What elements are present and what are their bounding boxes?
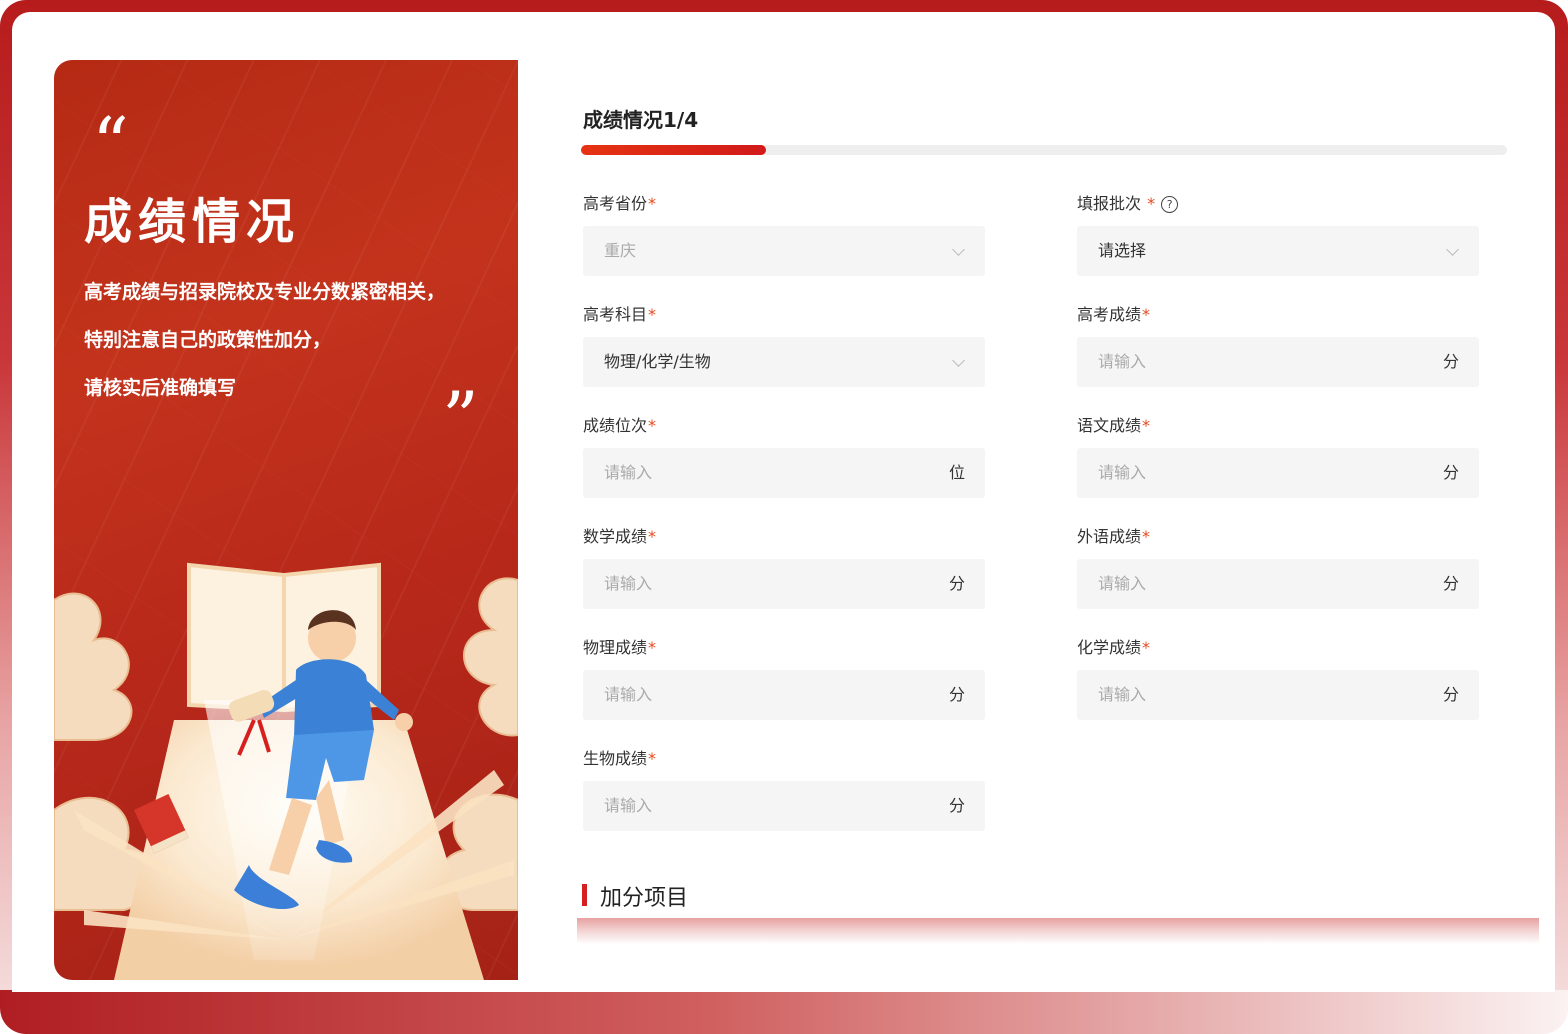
chevron-down-icon [952,354,965,367]
field-batch: 填报批次 *? 请选择 [1077,192,1479,276]
field-biology-score: 生物成绩* 请输入 分 [583,747,985,831]
required-mark: * [1142,638,1151,657]
field-label: 高考成绩 [1077,305,1142,324]
field-physics-score: 物理成绩* 请输入 分 [583,636,985,720]
required-mark: * [648,194,657,213]
input-placeholder: 请输入 [1098,463,1147,482]
section-header-gradient [577,918,1539,944]
field-label: 数学成绩 [583,527,648,546]
progress-fill [581,145,767,155]
hero-description: 高考成绩与招录院校及专业分数紧密相关， 特别注意自己的政策性加分， 请核实后准确… [84,268,445,412]
close-quote-icon: ” [442,376,479,460]
unit-label: 分 [948,685,965,704]
required-mark: * [1142,416,1151,435]
frame-bottom-band [0,990,1568,1034]
field-gaokao-province: 高考省份* 重庆 [583,192,985,276]
app-frame: “ 成绩情况 高考成绩与招录院校及专业分数紧密相关， 特别注意自己的政策性加分，… [0,0,1568,1034]
field-label: 物理成绩 [583,638,648,657]
progress-bar [581,145,1507,155]
rank-input[interactable]: 请输入 位 [583,448,985,498]
section-title-bonus: 加分项目 [582,880,689,911]
field-chinese-score: 语文成绩* 请输入 分 [1077,414,1479,498]
field-chemistry-score: 化学成绩* 请输入 分 [1077,636,1479,720]
hero-line: 请核实后准确填写 [84,377,237,399]
field-math-score: 数学成绩* 请输入 分 [583,525,985,609]
input-placeholder: 请输入 [1098,574,1147,593]
field-label: 高考科目 [583,305,648,324]
province-select[interactable]: 重庆 [583,226,985,276]
field-gaokao-subjects: 高考科目* 物理/化学/生物 [583,303,985,387]
open-quote-icon: “ [92,102,129,186]
unit-label: 位 [948,463,965,482]
gaokao-score-input[interactable]: 请输入 分 [1077,337,1479,387]
unit-label: 分 [1442,463,1459,482]
required-mark: * [648,527,657,546]
field-label: 化学成绩 [1077,638,1142,657]
required-mark: * [648,416,657,435]
math-score-input[interactable]: 请输入 分 [583,559,985,609]
unit-label: 分 [1442,685,1459,704]
required-mark: * [648,305,657,324]
biology-score-input[interactable]: 请输入 分 [583,781,985,831]
field-label: 高考省份 [583,194,648,213]
chevron-down-icon [952,243,965,256]
field-label: 填报批次 [1077,194,1142,213]
required-mark: * [1142,527,1151,546]
field-label: 生物成绩 [583,749,648,768]
hero-panel: “ 成绩情况 高考成绩与招录院校及专业分数紧密相关， 特别注意自己的政策性加分，… [54,60,518,980]
foreign-language-score-input[interactable]: 请输入 分 [1077,559,1479,609]
physics-score-input[interactable]: 请输入 分 [583,670,985,720]
chinese-score-input[interactable]: 请输入 分 [1077,448,1479,498]
field-gaokao-score: 高考成绩* 请输入 分 [1077,303,1479,387]
input-placeholder: 请输入 [604,574,653,593]
field-foreign-language-score: 外语成绩* 请输入 分 [1077,525,1479,609]
input-placeholder: 请输入 [604,685,653,704]
step-title: 成绩情况1/4 [583,108,699,132]
required-mark: * [648,638,657,657]
help-icon[interactable]: ? [1161,196,1179,213]
field-label: 语文成绩 [1077,416,1142,435]
select-value: 请选择 [1098,241,1147,260]
hero-title: 成绩情况 [84,194,301,250]
input-placeholder: 请输入 [604,463,653,482]
required-mark: * [1147,194,1156,213]
input-placeholder: 请输入 [1098,352,1147,371]
required-mark: * [1142,305,1151,324]
unit-label: 分 [1442,574,1459,593]
select-value: 物理/化学/生物 [604,352,711,371]
field-label: 外语成绩 [1077,527,1142,546]
unit-label: 分 [948,796,965,815]
field-label: 成绩位次 [583,416,648,435]
chevron-down-icon [1446,243,1459,256]
section-title-text: 加分项目 [600,886,689,911]
unit-label: 分 [948,574,965,593]
hero-line: 特别注意自己的政策性加分， [84,329,332,351]
input-placeholder: 请输入 [1098,685,1147,704]
select-value: 重庆 [604,241,637,260]
subjects-select[interactable]: 物理/化学/生物 [583,337,985,387]
field-rank: 成绩位次* 请输入 位 [583,414,985,498]
student-illustration [54,562,518,980]
unit-label: 分 [1442,352,1459,371]
input-placeholder: 请输入 [604,796,653,815]
hero-line: 高考成绩与招录院校及专业分数紧密相关， [84,281,446,303]
chemistry-score-input[interactable]: 请输入 分 [1077,670,1479,720]
batch-select[interactable]: 请选择 [1077,226,1479,276]
required-mark: * [648,749,657,768]
